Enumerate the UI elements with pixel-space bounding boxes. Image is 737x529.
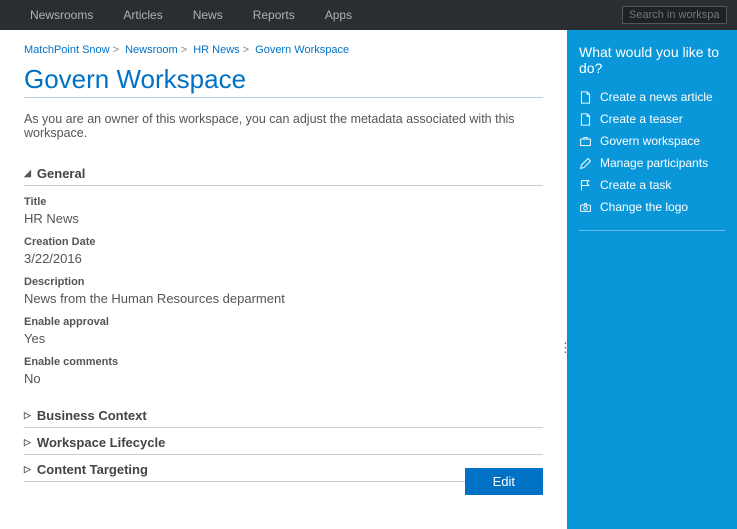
action-label: Create a news article	[600, 90, 713, 104]
top-navigation: Newsrooms Articles News Reports Apps	[0, 0, 737, 30]
section-lifecycle-label: Workspace Lifecycle	[37, 435, 165, 450]
section-general[interactable]: ◢ General	[24, 160, 543, 186]
sidebar-title: What would you like to do?	[579, 44, 725, 76]
edit-button[interactable]: Edit	[465, 468, 543, 495]
field-desc-label: Description	[24, 276, 543, 288]
action-create-teaser[interactable]: Create a teaser	[579, 108, 725, 130]
action-manage-participants[interactable]: Manage participants	[579, 152, 725, 174]
nav-articles[interactable]: Articles	[123, 8, 162, 22]
field-creation-label: Creation Date	[24, 236, 543, 248]
nav-reports[interactable]: Reports	[253, 8, 295, 22]
breadcrumb-newsroom[interactable]: Newsroom	[125, 44, 178, 56]
section-workspace-lifecycle[interactable]: ▷ Workspace Lifecycle	[24, 429, 543, 455]
camera-icon	[579, 201, 592, 214]
nav-news[interactable]: News	[193, 8, 223, 22]
field-comments-label: Enable comments	[24, 356, 543, 368]
breadcrumb: MatchPoint Snow> Newsroom> HR News> Gove…	[24, 44, 543, 56]
breadcrumb-hrnews[interactable]: HR News	[193, 44, 239, 56]
sidebar-divider	[579, 230, 725, 231]
breadcrumb-current[interactable]: Govern Workspace	[255, 44, 349, 56]
action-label: Change the logo	[600, 200, 688, 214]
field-approval-label: Enable approval	[24, 316, 543, 328]
caret-right-icon: ▷	[24, 464, 31, 475]
action-change-logo[interactable]: Change the logo	[579, 196, 725, 218]
action-govern-workspace[interactable]: Govern workspace	[579, 130, 725, 152]
caret-down-icon: ◢	[24, 168, 31, 179]
nav-newsrooms[interactable]: Newsrooms	[30, 8, 93, 22]
document-icon	[579, 91, 592, 104]
document-icon	[579, 113, 592, 126]
title-underline	[24, 97, 543, 98]
caret-right-icon: ▷	[24, 437, 31, 448]
section-business-label: Business Context	[37, 408, 147, 423]
page-title: Govern Workspace	[24, 64, 543, 95]
caret-right-icon: ▷	[24, 410, 31, 421]
field-creation-value: 3/22/2016	[24, 251, 543, 266]
section-targeting-label: Content Targeting	[37, 462, 148, 477]
field-title-value: HR News	[24, 211, 543, 226]
briefcase-icon	[579, 135, 592, 148]
pencil-icon	[579, 157, 592, 170]
action-label: Create a teaser	[600, 112, 683, 126]
section-business-context[interactable]: ▷ Business Context	[24, 402, 543, 428]
top-nav-items: Newsrooms Articles News Reports Apps	[30, 8, 352, 22]
search-container	[622, 6, 727, 24]
field-title-label: Title	[24, 196, 543, 208]
section-general-label: General	[37, 166, 85, 181]
action-sidebar: What would you like to do? Create a news…	[567, 30, 737, 529]
action-label: Create a task	[600, 178, 671, 192]
action-label: Govern workspace	[600, 134, 700, 148]
field-desc-value: News from the Human Resources deparment	[24, 291, 543, 306]
action-create-task[interactable]: Create a task	[579, 174, 725, 196]
field-approval-value: Yes	[24, 331, 543, 346]
nav-apps[interactable]: Apps	[325, 8, 352, 22]
field-comments-value: No	[24, 371, 543, 386]
action-label: Manage participants	[600, 156, 708, 170]
search-input[interactable]	[622, 6, 727, 24]
intro-text: As you are an owner of this workspace, y…	[24, 112, 543, 140]
action-create-news[interactable]: Create a news article	[579, 86, 725, 108]
breadcrumb-root[interactable]: MatchPoint Snow	[24, 44, 110, 56]
flag-icon	[579, 179, 592, 192]
main-content: MatchPoint Snow> Newsroom> HR News> Gove…	[0, 30, 567, 529]
